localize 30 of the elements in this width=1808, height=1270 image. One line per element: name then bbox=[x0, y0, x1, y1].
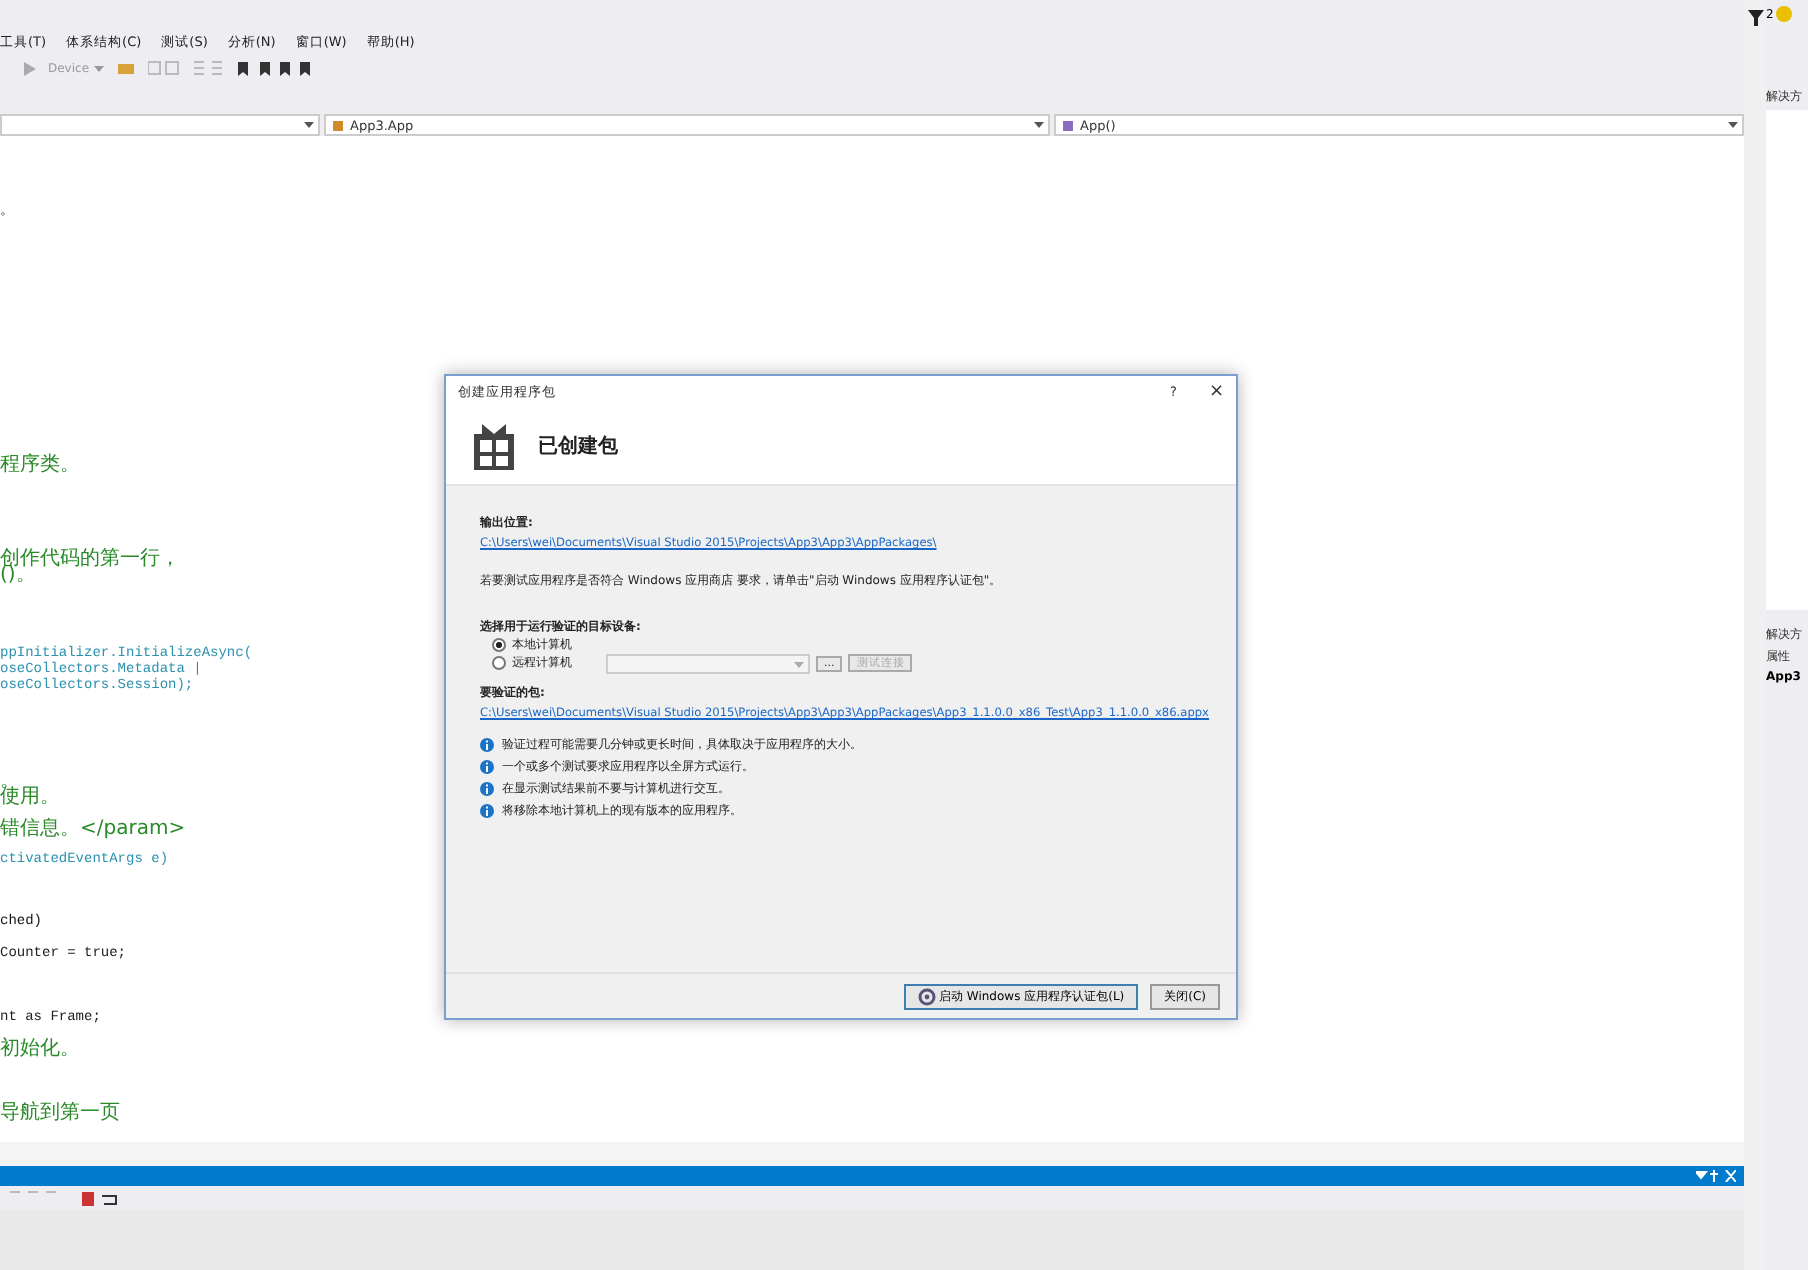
info-icon bbox=[480, 782, 494, 796]
info-icon bbox=[480, 804, 494, 818]
caret-icon bbox=[1034, 122, 1044, 128]
close-button[interactable]: × bbox=[1208, 382, 1224, 402]
code-line: 错信息。</param> bbox=[0, 819, 186, 840]
code-line: ()。 bbox=[0, 566, 36, 587]
dialog-heading: 已创建包 bbox=[538, 433, 618, 460]
info-icon bbox=[480, 738, 494, 752]
info-icon bbox=[480, 760, 494, 774]
radio-button[interactable] bbox=[492, 656, 506, 670]
play-icon[interactable] bbox=[24, 61, 36, 75]
wrap-icon[interactable] bbox=[80, 1189, 120, 1207]
horizontal-scrollbar[interactable] bbox=[0, 1142, 1744, 1166]
panel-controls-icon[interactable] bbox=[1696, 1170, 1736, 1182]
remote-dropdown[interactable] bbox=[606, 653, 810, 673]
radio-button[interactable] bbox=[492, 638, 506, 652]
gift-icon bbox=[474, 422, 514, 470]
caret-icon bbox=[304, 122, 314, 128]
caret-icon bbox=[1728, 122, 1738, 128]
smiley-icon[interactable] bbox=[1775, 6, 1792, 22]
code-line: 导航到第一页 bbox=[0, 1103, 120, 1124]
code-line: 初始化。 bbox=[0, 1040, 80, 1061]
class-icon bbox=[332, 119, 344, 131]
class-icon bbox=[1062, 119, 1074, 131]
indent-icon[interactable] bbox=[191, 60, 224, 76]
comment-icon[interactable] bbox=[147, 60, 180, 76]
caret-icon bbox=[93, 65, 104, 71]
navigation-dropdown[interactable] bbox=[0, 114, 320, 136]
code-line: 程序类。 bbox=[0, 456, 80, 476]
caret-icon bbox=[794, 661, 804, 667]
